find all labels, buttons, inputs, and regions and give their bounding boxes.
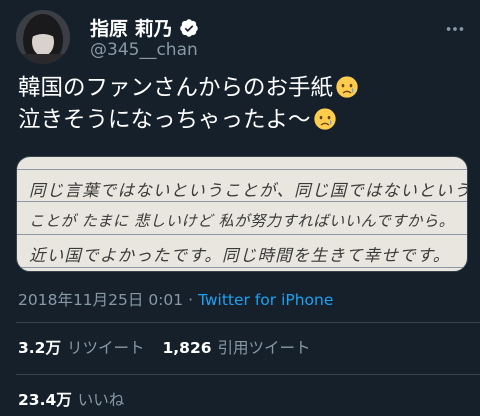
display-name[interactable]: 指原 莉乃	[90, 14, 173, 41]
tweet-media-image[interactable]: 同じ言葉ではないということが、同じ国ではないという ことが たまに 悲しいけど …	[16, 156, 468, 272]
tweet-stats: 3.2万 リツイート 1,826 引用ツイート	[18, 336, 329, 358]
handwritten-line-1: 同じ言葉ではないということが、同じ国ではないという	[29, 181, 468, 200]
paper-rule-line	[17, 267, 467, 268]
handwritten-line-3: 近い国でよかったです。同じ時間を生きて幸せです。	[29, 246, 451, 265]
tweet-card: 指原 莉乃 @345__chan 韓国のファンさんからのお手紙 泣きそうになっち…	[0, 0, 480, 416]
handwritten-line-2: ことが たまに 悲しいけど 私が努力すればいいんですから。	[29, 212, 455, 230]
timestamp[interactable]: 2018年11月25日 0:01	[18, 291, 183, 309]
crying-face-emoji-icon	[313, 108, 336, 130]
divider	[16, 374, 480, 375]
tweet-text: 韓国のファンさんからのお手紙 泣きそうになっちゃったよ〜	[18, 72, 468, 136]
quotes-count: 1,826	[162, 339, 212, 357]
avatar[interactable]	[16, 10, 70, 64]
likes-label: いいね	[77, 391, 125, 409]
paper-rule-line	[17, 169, 467, 170]
user-handle[interactable]: @345__chan	[90, 40, 198, 60]
quotes-label: 引用ツイート	[217, 339, 311, 357]
retweets-stat[interactable]: 3.2万 リツイート	[18, 336, 144, 358]
paper-rule-line	[17, 201, 467, 202]
quotes-stat[interactable]: 1,826 引用ツイート	[162, 336, 310, 358]
avatar-photo-icon	[16, 10, 70, 64]
retweets-count: 3.2万	[18, 339, 61, 357]
tweet-header: 指原 莉乃 @345__chan	[16, 10, 466, 64]
likes-stat[interactable]: 23.4万 いいね	[18, 388, 124, 410]
verified-badge-icon	[179, 18, 198, 37]
name-row: 指原 莉乃	[90, 14, 199, 41]
divider	[16, 322, 480, 323]
paper-rule-line	[17, 234, 467, 235]
likes-count: 23.4万	[18, 391, 72, 409]
source-link[interactable]: Twitter for iPhone	[198, 291, 333, 309]
crying-face-emoji-icon	[336, 76, 358, 98]
tweet-text-line-1: 韓国のファンさんからのお手紙	[18, 75, 334, 101]
retweets-label: リツイート	[66, 339, 145, 357]
meta-separator: ·	[188, 291, 194, 309]
tweet-text-line-2: 泣きそうになっちゃったよ〜	[18, 107, 311, 133]
more-options-icon[interactable]	[444, 18, 466, 40]
tweet-meta: 2018年11月25日 0:01 · Twitter for iPhone	[18, 288, 333, 310]
